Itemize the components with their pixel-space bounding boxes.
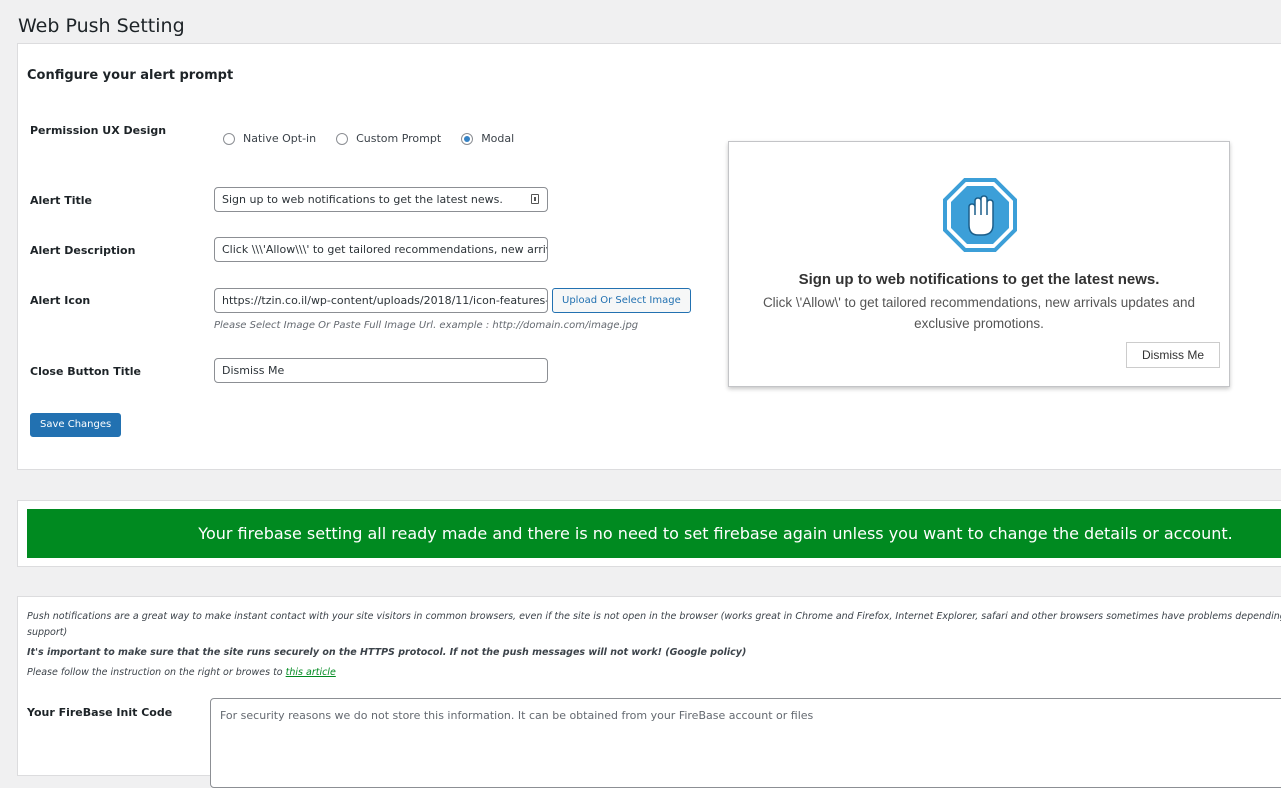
alert-title-value: Sign up to web notifications to get the … bbox=[222, 193, 503, 206]
permission-radio-group: Native Opt-in Custom Prompt Modal bbox=[223, 132, 534, 145]
firebase-notice-panel: Your firebase setting all ready made and… bbox=[17, 500, 1281, 567]
preview-description: Click \'Allow\' to get tailored recommen… bbox=[762, 295, 1196, 331]
radio-native-opt-in[interactable]: Native Opt-in bbox=[223, 132, 316, 145]
page-title: Web Push Setting bbox=[18, 15, 185, 37]
radio-circle[interactable] bbox=[336, 132, 349, 145]
this-article-link[interactable]: this article bbox=[286, 667, 336, 678]
alert-prompt-panel: Configure your alert prompt Permission U… bbox=[17, 43, 1281, 470]
save-changes-button[interactable]: Save Changes bbox=[30, 413, 122, 437]
radio-label: Native Opt-in bbox=[243, 132, 317, 145]
close-button-title-input[interactable]: Dismiss Me bbox=[214, 358, 548, 383]
field-info-icon[interactable] bbox=[531, 194, 539, 204]
radio-circle-checked[interactable] bbox=[461, 132, 474, 145]
alert-title-input[interactable]: Sign up to web notifications to get the … bbox=[214, 187, 548, 212]
alert-icon-hint: Please Select Image Or Paste Full Image … bbox=[214, 320, 639, 331]
close-button-title-label: Close Button Title bbox=[30, 365, 141, 378]
radio-label: Custom Prompt bbox=[356, 132, 442, 145]
radio-label: Modal bbox=[481, 132, 515, 145]
info-line-3: Please follow the instruction on the rig… bbox=[27, 667, 336, 678]
https-warning: It's important to make sure that the sit… bbox=[27, 647, 747, 658]
radio-circle[interactable] bbox=[223, 132, 235, 145]
modal-preview: Sign up to web notifications to get the … bbox=[728, 141, 1230, 387]
permission-ux-label: Permission UX Design bbox=[30, 124, 167, 137]
radio-custom-prompt[interactable]: Custom Prompt bbox=[336, 132, 441, 145]
hand-stop-icon bbox=[943, 178, 1017, 252]
alert-prompt-heading: Configure your alert prompt bbox=[27, 68, 234, 83]
alert-description-input[interactable]: Click \\\'Allow\\\' to get tailored reco… bbox=[214, 237, 548, 262]
firebase-info-panel: Push notifications are a great way to ma… bbox=[17, 596, 1281, 788]
alert-description-label: Alert Description bbox=[30, 244, 136, 257]
alert-title-label: Alert Title bbox=[30, 194, 93, 207]
firebase-success-notice: Your firebase setting all ready made and… bbox=[27, 509, 1281, 558]
preview-dismiss-button[interactable]: Dismiss Me bbox=[1126, 342, 1220, 368]
firebase-init-code-textarea[interactable]: For security reasons we do not store thi… bbox=[210, 698, 1281, 788]
alert-icon-input[interactable]: https://tzin.co.il/wp-content/uploads/20… bbox=[214, 288, 548, 313]
preview-title: Sign up to web notifications to get the … bbox=[798, 271, 1160, 288]
firebase-init-code-label: Your FireBase Init Code bbox=[27, 706, 173, 719]
upload-image-button[interactable]: Upload Or Select Image bbox=[552, 288, 691, 313]
radio-modal[interactable]: Modal bbox=[461, 132, 514, 145]
info-line-1b: support) bbox=[27, 627, 68, 638]
alert-icon-label: Alert Icon bbox=[30, 294, 91, 307]
info-line-1: Push notifications are a great way to ma… bbox=[27, 611, 1281, 622]
info-line-3-prefix: Please follow the instruction on the rig… bbox=[27, 667, 283, 678]
